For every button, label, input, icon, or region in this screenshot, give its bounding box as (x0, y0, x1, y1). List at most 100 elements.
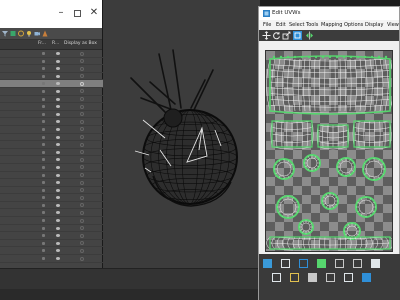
freeze-toggle[interactable] (42, 120, 45, 124)
render-eye-icon[interactable] (56, 165, 60, 169)
freeze-toggle[interactable] (42, 150, 45, 154)
display-as-box-toggle[interactable] (80, 203, 84, 208)
render-eye-icon[interactable] (56, 203, 60, 207)
render-eye-icon[interactable] (56, 188, 60, 192)
menu-options[interactable]: Options (344, 22, 363, 28)
scene-object-row[interactable] (0, 172, 103, 180)
scene-object-row[interactable] (0, 111, 103, 119)
rotate-icon[interactable] (272, 31, 281, 40)
scene-explorer-list[interactable] (0, 50, 103, 268)
scene-object-row[interactable] (0, 118, 103, 126)
render-eye-icon[interactable] (56, 219, 60, 223)
freeze-toggle[interactable] (42, 89, 45, 93)
pan-icon[interactable] (344, 273, 353, 282)
helper-icon[interactable] (42, 30, 48, 37)
timeline-bar[interactable] (0, 289, 260, 300)
scene-object-row[interactable] (0, 187, 103, 195)
render-eye-icon[interactable] (56, 241, 60, 245)
render-eye-icon[interactable] (56, 158, 60, 162)
render-eye-icon[interactable] (56, 173, 60, 177)
freeze-toggle[interactable] (42, 241, 45, 245)
loop-icon[interactable] (371, 259, 380, 268)
menu-file[interactable]: File (263, 22, 271, 28)
uv-layout[interactable] (266, 51, 393, 252)
scene-object-row[interactable] (0, 58, 103, 66)
render-eye-icon[interactable] (56, 120, 60, 124)
display-as-box-toggle[interactable] (80, 51, 84, 56)
scene-object-row[interactable] (0, 50, 103, 58)
freeze-toggle[interactable] (42, 135, 45, 139)
scene-object-row[interactable] (0, 80, 103, 88)
freeze-toggle[interactable] (42, 181, 45, 185)
select-face-icon[interactable] (317, 259, 326, 268)
filter-icon[interactable] (2, 30, 8, 37)
display-as-box-toggle[interactable] (80, 157, 84, 162)
menu-edit[interactable]: Edit (276, 22, 286, 28)
scene-object-row[interactable] (0, 202, 103, 210)
scene-object-row[interactable] (0, 96, 103, 104)
shape-icon[interactable] (18, 30, 24, 37)
render-eye-icon[interactable] (56, 257, 60, 261)
freeze-toggle[interactable] (42, 158, 45, 162)
viewport-canvas[interactable] (103, 0, 260, 288)
render-eye-icon[interactable] (56, 52, 60, 55)
scene-object-row[interactable] (0, 141, 103, 149)
scene-object-row[interactable] (0, 240, 103, 248)
scene-object-row[interactable] (0, 73, 103, 81)
scene-object-row[interactable] (0, 232, 103, 240)
render-eye-icon[interactable] (56, 82, 60, 86)
display-as-box-toggle[interactable] (80, 81, 84, 86)
menu-tools[interactable]: Tools (306, 22, 318, 28)
zoom-icon[interactable] (326, 273, 335, 282)
scene-object-row[interactable] (0, 156, 103, 164)
render-eye-icon[interactable] (56, 112, 60, 116)
freeze-toggle[interactable] (42, 219, 45, 223)
geometry-icon[interactable] (10, 30, 16, 37)
scene-object-row[interactable] (0, 255, 103, 263)
scene-object-row[interactable] (0, 194, 103, 202)
display-as-box-toggle[interactable] (80, 218, 84, 223)
scene-object-row[interactable] (0, 225, 103, 233)
menu-select[interactable]: Select (289, 22, 304, 28)
scene-object-row[interactable] (0, 247, 103, 256)
column-freeze-header[interactable]: Fr... (38, 41, 46, 46)
render-eye-icon[interactable] (56, 67, 60, 71)
render-eye-icon[interactable] (56, 211, 60, 215)
menu-mapping[interactable]: Mapping (321, 22, 342, 28)
scene-object-row[interactable] (0, 217, 103, 225)
display-as-box-toggle[interactable] (80, 241, 84, 246)
scene-object-row[interactable] (0, 149, 103, 157)
freeze-toggle[interactable] (42, 74, 45, 78)
scene-object-row[interactable] (0, 88, 103, 96)
scene-object-row[interactable] (0, 164, 103, 172)
move-icon[interactable] (262, 31, 271, 40)
render-eye-icon[interactable] (56, 150, 60, 154)
display-as-box-toggle[interactable] (80, 142, 84, 147)
render-eye-icon[interactable] (56, 59, 60, 63)
render-eye-icon[interactable] (56, 249, 60, 253)
scene-object-row[interactable] (0, 126, 103, 134)
mirror-icon[interactable] (305, 31, 314, 40)
scale-icon[interactable] (282, 31, 291, 40)
display-as-box-toggle[interactable] (80, 127, 84, 132)
display-as-box-toggle[interactable] (80, 135, 84, 140)
display-as-box-toggle[interactable] (80, 150, 84, 155)
freeze-toggle[interactable] (42, 52, 45, 55)
render-eye-icon[interactable] (56, 105, 60, 109)
freeze-toggle[interactable] (42, 196, 45, 200)
minimize-button[interactable]: – (56, 8, 66, 18)
render-eye-icon[interactable] (56, 143, 60, 147)
paint-icon[interactable] (263, 259, 272, 268)
display-as-box-toggle[interactable] (80, 180, 84, 185)
grow-icon[interactable] (335, 259, 344, 268)
freeze-toggle[interactable] (42, 188, 45, 192)
scene-object-row[interactable] (0, 179, 103, 187)
display-as-box-toggle[interactable] (80, 104, 84, 109)
uv-editor-canvas[interactable] (265, 50, 393, 252)
ring-icon[interactable] (272, 273, 281, 282)
display-as-box-toggle[interactable] (80, 173, 84, 177)
shrink-icon[interactable] (353, 259, 362, 268)
display-as-box-toggle[interactable] (80, 210, 84, 215)
display-as-box-toggle[interactable] (80, 74, 84, 79)
camera-icon[interactable] (34, 30, 40, 37)
